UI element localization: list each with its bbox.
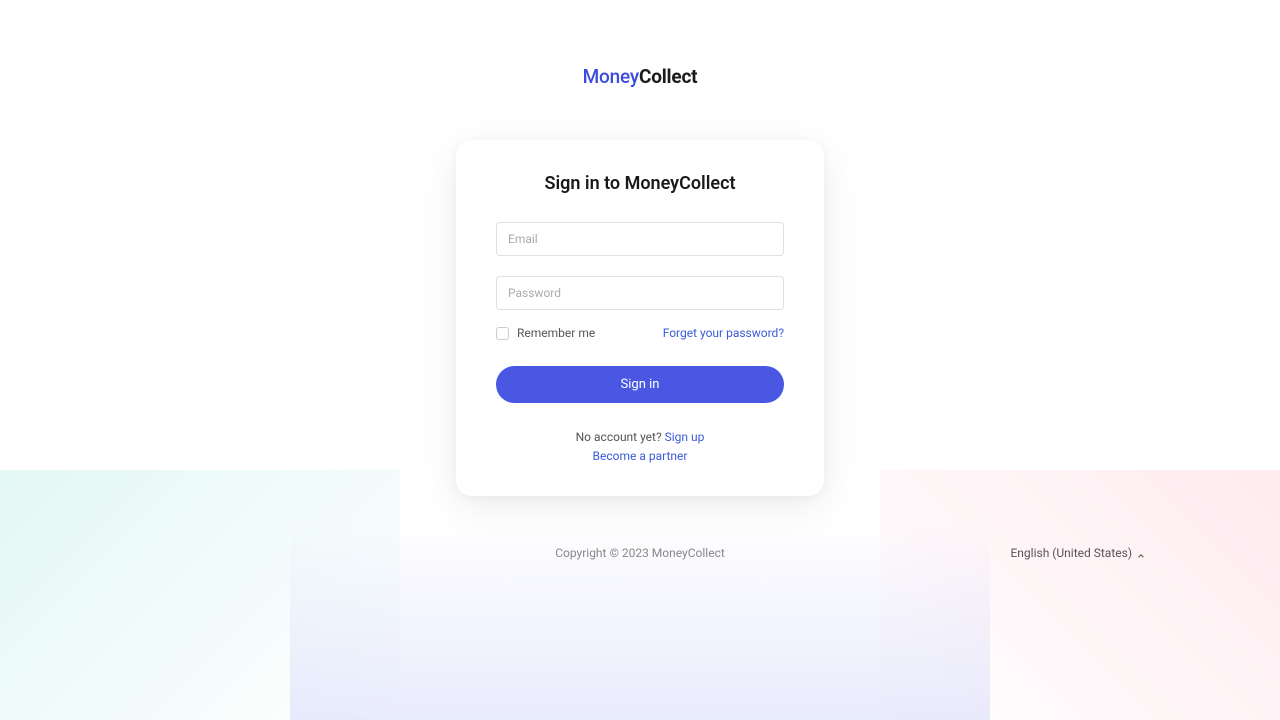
card-title: Sign in to MoneyCollect — [496, 173, 784, 194]
language-selector[interactable]: English (United States) — [1010, 546, 1145, 560]
footer: Copyright © 2023 MoneyCollect English (U… — [0, 546, 1280, 560]
copyright-text: Copyright © 2023 MoneyCollect — [555, 546, 725, 560]
remember-label: Remember me — [517, 326, 595, 340]
remember-wrapper: Remember me — [496, 326, 595, 340]
language-label: English (United States) — [1010, 546, 1132, 560]
signup-link[interactable]: Sign up — [665, 430, 705, 444]
main-container: MoneyCollect Sign in to MoneyCollect Rem… — [0, 0, 1280, 560]
email-input[interactable] — [496, 222, 784, 256]
signin-button[interactable]: Sign in — [496, 366, 784, 403]
forgot-password-link[interactable]: Forget your password? — [663, 326, 784, 340]
chevron-up-icon — [1137, 549, 1145, 557]
password-input[interactable] — [496, 276, 784, 310]
logo: MoneyCollect — [583, 65, 698, 88]
logo-part-money: Money — [583, 65, 639, 88]
partner-link[interactable]: Become a partner — [496, 449, 784, 463]
remember-checkbox[interactable] — [496, 327, 509, 340]
bottom-links: No account yet? Sign up Become a partner — [496, 426, 784, 463]
no-account-text: No account yet? — [576, 430, 665, 444]
options-row: Remember me Forget your password? — [496, 326, 784, 340]
signin-card: Sign in to MoneyCollect Remember me Forg… — [456, 140, 824, 496]
logo-part-collect: Collect — [639, 65, 697, 88]
